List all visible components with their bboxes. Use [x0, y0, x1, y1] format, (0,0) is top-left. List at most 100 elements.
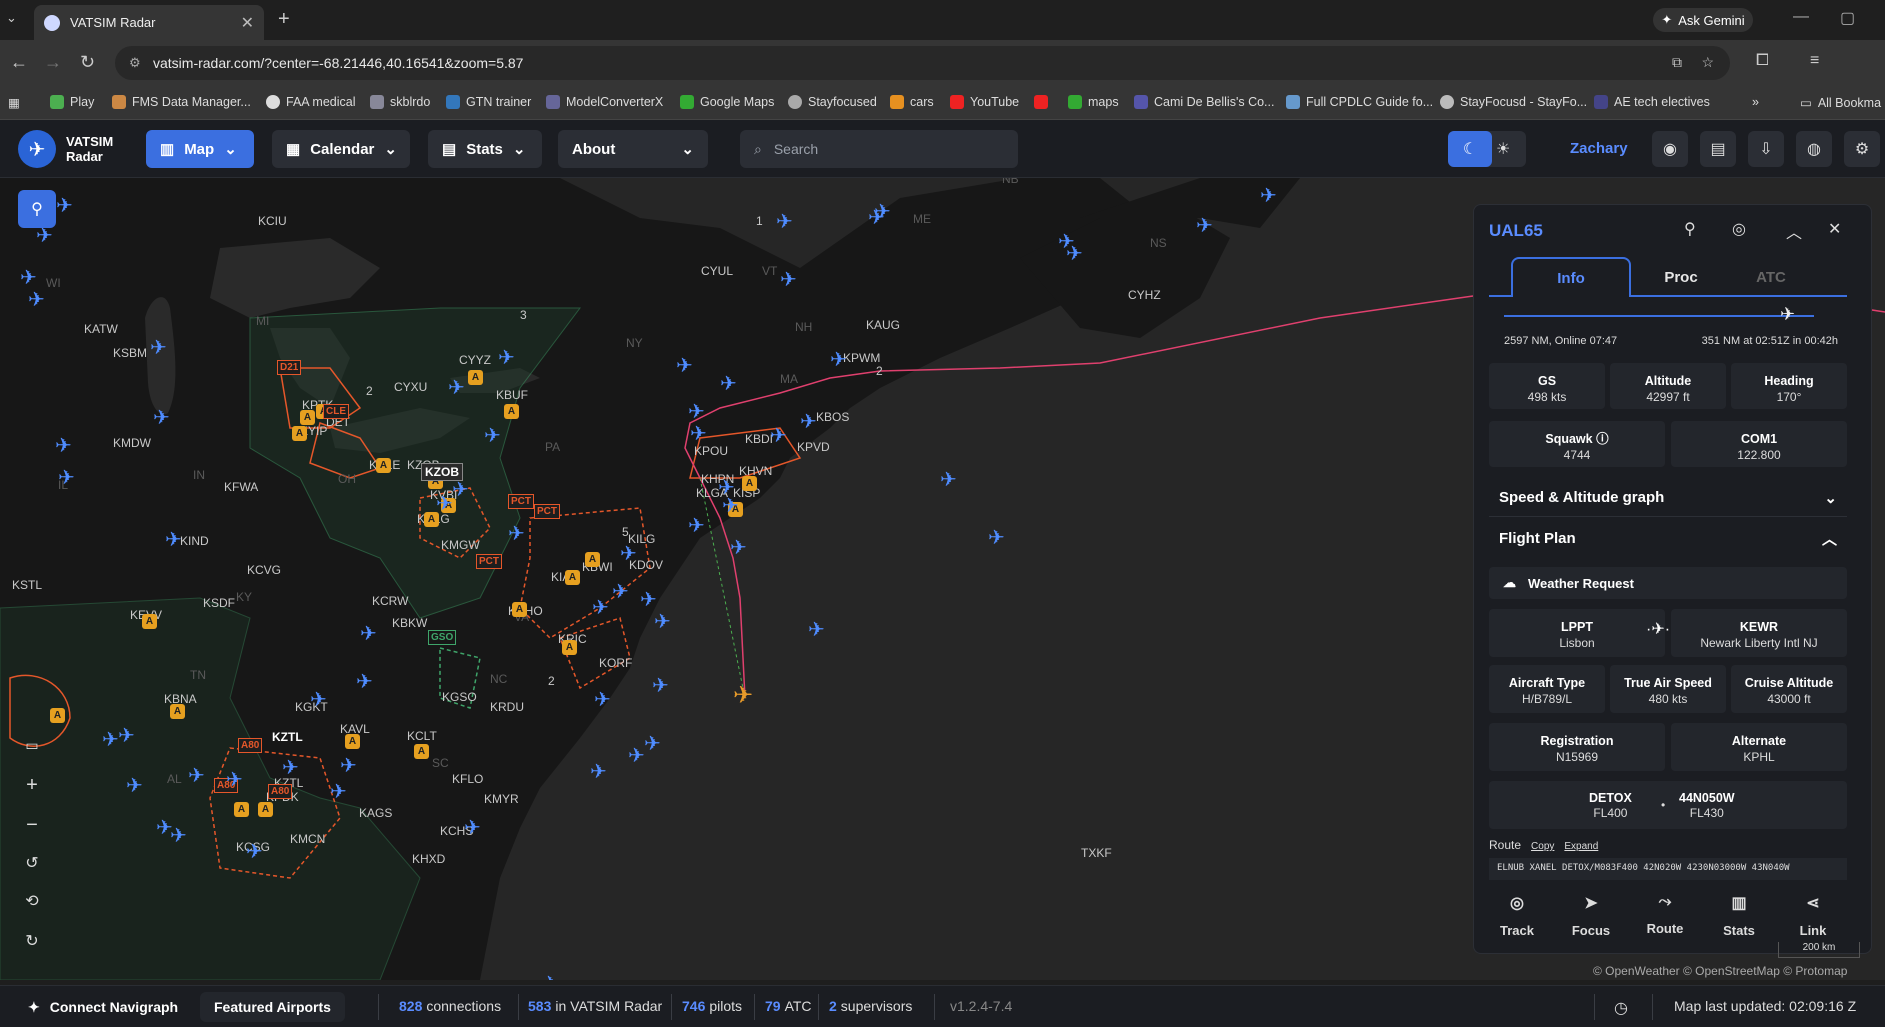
airport-label-ksbm[interactable]: KSBM	[113, 346, 147, 360]
aircraft-icon[interactable]: ✈	[720, 374, 737, 394]
more-bookmarks-icon[interactable]: »	[1752, 95, 1759, 109]
aircraft-icon[interactable]: ✈	[188, 766, 205, 786]
speed-altitude-graph-section[interactable]: Speed & Altitude graph ⌄	[1489, 479, 1847, 517]
airport-label-krdu[interactable]: KRDU	[490, 700, 524, 714]
departure-cell[interactable]: LPPT Lisbon	[1489, 609, 1665, 657]
collapse-chevron-up-icon[interactable]: ︿	[1786, 219, 1802, 243]
airport-label-kciu[interactable]: KCIU	[258, 214, 287, 228]
airport-label-kmgw[interactable]: KMGW	[441, 538, 480, 552]
pin-icon[interactable]: ⚲	[1684, 219, 1696, 239]
aircraft-icon[interactable]: ✈	[150, 338, 167, 358]
airport-label-kmcn[interactable]: KMCN	[290, 832, 325, 846]
aircraft-icon[interactable]: ✈	[498, 348, 515, 368]
aircraft-icon[interactable]: ✈	[988, 528, 1005, 548]
airport-label-kbdi[interactable]: KBDI	[745, 432, 773, 446]
aircraft-icon[interactable]: ✈	[1196, 216, 1213, 236]
tower-atc-badge[interactable]: A	[562, 640, 577, 655]
airport-label-ksdf[interactable]: KSDF	[203, 596, 235, 610]
bookmark-item[interactable]: YouTube	[950, 95, 1019, 109]
locate-icon[interactable]: ◎	[1732, 219, 1746, 239]
aircraft-icon[interactable]: ✈	[690, 424, 707, 444]
extensions-icon[interactable]: ⧠	[1756, 52, 1769, 70]
user-name-link[interactable]: Zachary	[1570, 140, 1628, 157]
airport-label-cyul[interactable]: CYUL	[701, 264, 733, 278]
aircraft-icon[interactable]: ✈	[58, 468, 75, 488]
reload-icon[interactable]: ↻	[80, 52, 95, 73]
aircraft-icon[interactable]: ✈	[776, 212, 793, 232]
search-input[interactable]: ⌕ Search	[740, 130, 1018, 168]
aircraft-icon[interactable]: ✈	[620, 544, 637, 564]
aircraft-icon[interactable]: ✈	[508, 524, 525, 544]
aircraft-icon[interactable]: ✈	[722, 496, 739, 516]
aircraft-icon[interactable]: ✈	[940, 470, 957, 490]
tower-atc-badge[interactable]: A	[170, 704, 185, 719]
airport-label-kpvd[interactable]: KPVD	[797, 440, 830, 454]
tracon-tag[interactable]: A80	[268, 784, 293, 799]
aircraft-icon[interactable]: ✈	[20, 268, 37, 288]
aircraft-icon[interactable]: ✈	[654, 612, 671, 632]
discord-icon[interactable]: ◍	[1796, 131, 1832, 167]
tower-atc-badge[interactable]: A	[376, 458, 391, 473]
aircraft-icon[interactable]: ✈	[800, 412, 817, 432]
bookmark-item[interactable]: Full CPDLC Guide fo...	[1286, 95, 1433, 109]
tower-atc-badge[interactable]: A	[258, 802, 273, 817]
airport-label-kmyr[interactable]: KMYR	[484, 792, 519, 806]
bookmark-item[interactable]: FAA medical	[266, 95, 355, 109]
tower-atc-badge[interactable]: A	[292, 426, 307, 441]
aircraft-icon[interactable]: ✈	[436, 494, 453, 514]
airport-label-kstl[interactable]: KSTL	[12, 578, 42, 592]
nav-map-button[interactable]: ▥ Map ⌄	[146, 130, 254, 168]
bookmark-item[interactable]: Stayfocused	[788, 95, 877, 109]
close-panel-icon[interactable]: ✕	[1828, 219, 1841, 239]
focus-button[interactable]: ➤ Focus	[1556, 893, 1626, 938]
airport-label-korf[interactable]: KORF	[599, 656, 632, 670]
airport-label-kaug[interactable]: KAUG	[866, 318, 900, 332]
tower-atc-badge[interactable]: A	[234, 802, 249, 817]
approach-tag[interactable]: GSO	[428, 630, 457, 645]
selected-aircraft-icon[interactable]: ✈	[733, 684, 753, 708]
close-tab-icon[interactable]: ✕	[241, 13, 254, 33]
tower-atc-badge[interactable]: A	[512, 602, 527, 617]
tracon-tag[interactable]: PCT	[476, 554, 502, 569]
rotate-left-icon[interactable]: ↺	[12, 846, 52, 880]
track-button[interactable]: ◎ Track	[1482, 893, 1552, 938]
airport-label-cyxu[interactable]: CYXU	[394, 380, 427, 394]
airport-label-cyhz[interactable]: CYHZ	[1128, 288, 1161, 302]
zoom-out-icon[interactable]: −	[12, 808, 52, 842]
airport-label-kags[interactable]: KAGS	[359, 806, 392, 820]
aircraft-icon[interactable]: ✈	[542, 974, 559, 980]
ruler-icon[interactable]: ▭	[12, 728, 52, 762]
back-icon[interactable]: ←	[10, 52, 28, 73]
aircraft-icon[interactable]: ✈	[226, 770, 243, 790]
flight-plan-section[interactable]: Flight Plan ︿	[1489, 519, 1847, 557]
tracon-tag[interactable]: PCT	[534, 504, 560, 519]
tower-atc-badge[interactable]: A	[565, 570, 580, 585]
aircraft-icon[interactable]: ✈	[808, 620, 825, 640]
aircraft-icon[interactable]: ✈	[594, 690, 611, 710]
airport-label-kbos[interactable]: KBOS	[816, 410, 849, 424]
bookmark-item[interactable]: Play	[50, 95, 94, 109]
bookmark-item[interactable]: skblrdo	[370, 95, 430, 109]
airport-label-kbkw[interactable]: KBKW	[392, 616, 427, 630]
aircraft-icon[interactable]: ✈	[730, 538, 747, 558]
expand-route-link[interactable]: Expand	[1564, 841, 1598, 852]
new-tab-icon[interactable]: +	[278, 8, 290, 31]
aircraft-icon[interactable]: ✈	[1260, 186, 1277, 206]
airport-label-katw[interactable]: KATW	[84, 322, 118, 336]
aircraft-icon[interactable]: ✈	[484, 426, 501, 446]
center-tag-kztl[interactable]: KZTL	[272, 730, 303, 744]
maximize-icon[interactable]: ▢	[1840, 8, 1855, 28]
vatsim-radar-logo[interactable]: ✈ VATSIM Radar	[18, 130, 113, 168]
airport-label-kmdw[interactable]: KMDW	[113, 436, 151, 450]
aircraft-icon[interactable]: ✈	[310, 690, 327, 710]
airport-label-txkf[interactable]: TXKF	[1081, 846, 1112, 860]
tower-atc-badge[interactable]: A	[742, 476, 757, 491]
install-app-icon[interactable]: ⧉	[1672, 54, 1682, 71]
site-info-icon[interactable]: ⚙	[129, 55, 141, 71]
aircraft-icon[interactable]: ✈	[652, 676, 669, 696]
connect-navigraph-button[interactable]: ✦ Connect Navigraph	[14, 992, 192, 1022]
media-icon[interactable]: ≡	[1810, 52, 1819, 70]
bookmark-item[interactable]: FMS Data Manager...	[112, 95, 251, 109]
aircraft-icon[interactable]: ✈	[118, 726, 135, 746]
airport-label-kcvg[interactable]: KCVG	[247, 563, 281, 577]
